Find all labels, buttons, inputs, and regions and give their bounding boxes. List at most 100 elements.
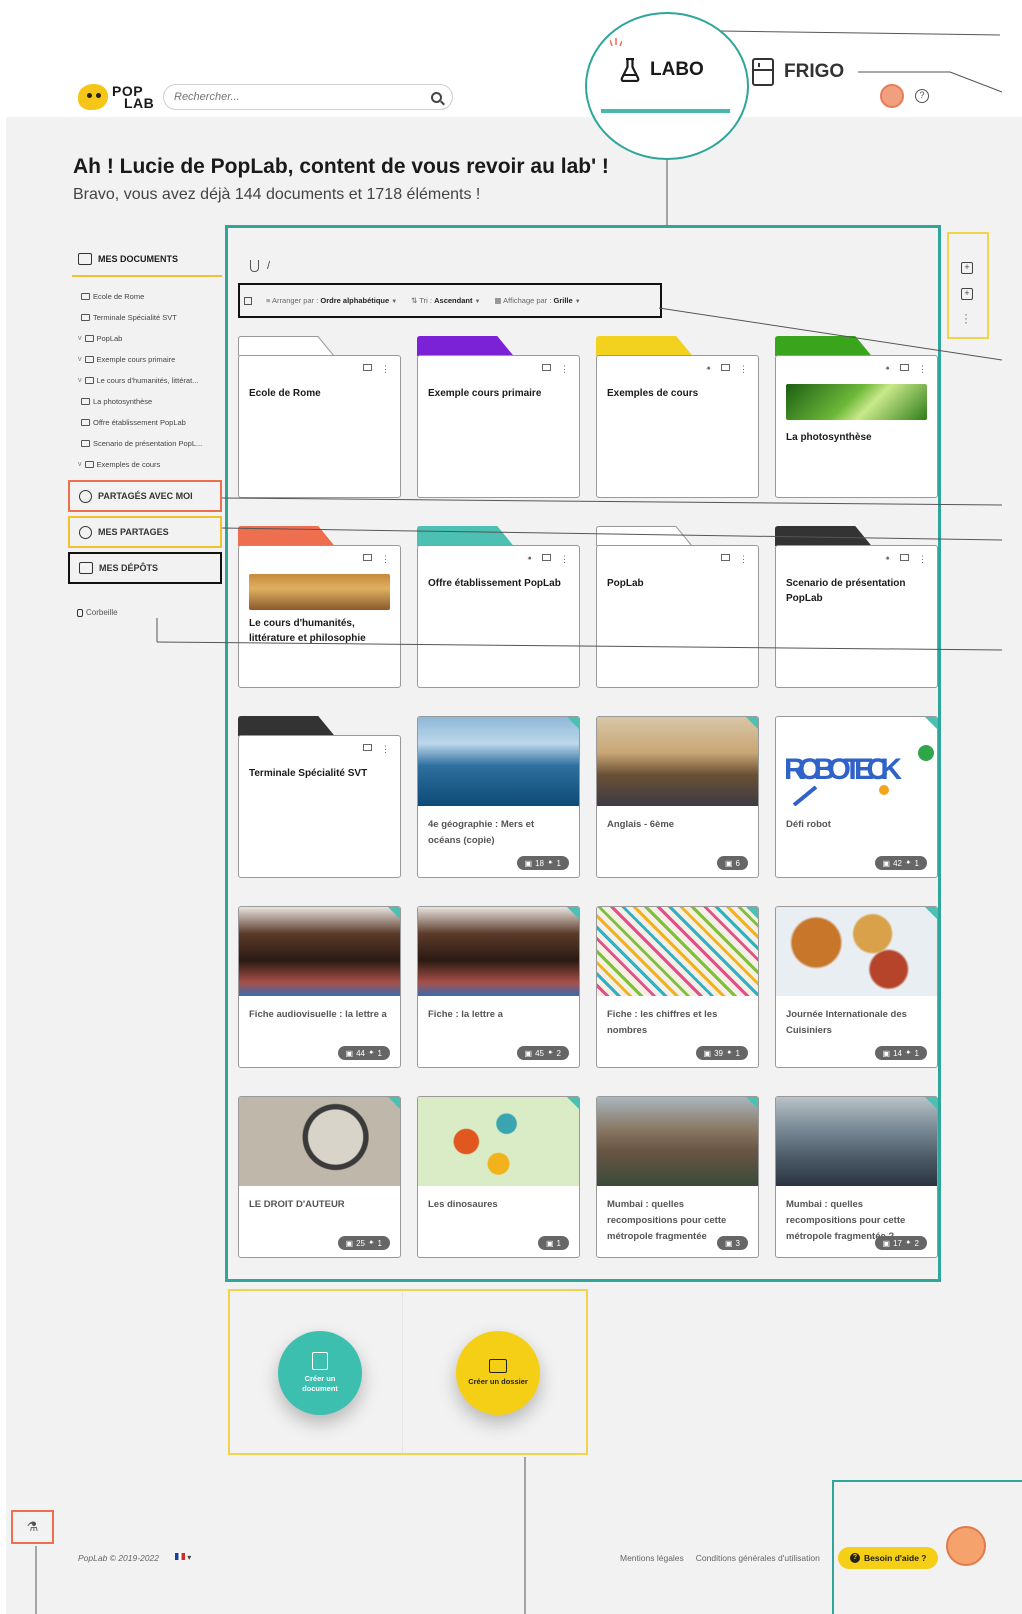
more-icon[interactable]: ⋮ <box>918 364 927 375</box>
language-selector[interactable]: ▾ <box>175 1553 191 1562</box>
more-icon[interactable]: ⋮ <box>918 554 927 565</box>
flask-icon[interactable] <box>250 260 259 272</box>
document-card[interactable]: Les dinosaures ▣ 1 <box>417 1096 580 1258</box>
document-thumbnail <box>776 907 937 996</box>
documents-grid: ⋮ Ecole de Rome ⋮ Exemple cours primaire… <box>238 336 938 1258</box>
tab-labo[interactable]: LABO <box>620 58 704 82</box>
footer-copyright: PopLab © 2019-2022 <box>78 1553 159 1563</box>
shared-with-me-icon <box>79 489 92 503</box>
search-input[interactable] <box>174 91 431 103</box>
more-icon[interactable]: ⋮ <box>739 364 748 375</box>
document-card[interactable]: Fiche : la lettre a ▣ 45 ꔹ 2 <box>417 906 580 1068</box>
sidebar-item-mes-documents[interactable]: MES DOCUMENTS <box>78 253 178 265</box>
folder-card[interactable]: ⋮ Ecole de Rome <box>238 336 401 498</box>
sidebar-item-mes-partages[interactable]: MES PARTAGES <box>68 516 222 548</box>
document-title: 4e géographie : Mers et océans (copie) <box>428 819 535 846</box>
more-icon[interactable]: ⋮ <box>560 364 569 375</box>
sidebar-item-corbeille[interactable]: Corbeille <box>77 608 118 617</box>
document-card[interactable]: ROBOTECK Défi robot ▣ 42 ꔹ 1 <box>775 716 938 878</box>
select-all-checkbox[interactable] <box>244 296 252 305</box>
poplab-logo[interactable]: POP LAB <box>78 84 154 110</box>
document-card[interactable]: Fiche : les chiffres et les nombres ▣ 39 ꔹ… <box>596 906 759 1068</box>
document-card[interactable]: Fiche audiovisuelle : la lettre a ▣ 44 ꔹ 1 <box>238 906 401 1068</box>
document-card[interactable]: Mumbai : quelles recompositions pour cet… <box>596 1096 759 1258</box>
document-card[interactable]: Anglais - 6ème ▣ 6 <box>596 716 759 878</box>
search-bar[interactable] <box>163 84 453 110</box>
folder-card-body: ꔹ ⋮ Offre établissement PopLab <box>417 545 580 688</box>
folder-icon <box>84 335 94 342</box>
sidebar-item-partages-avec-moi[interactable]: PARTAGÉS AVEC MOI <box>68 480 222 512</box>
document-thumbnail <box>776 1097 937 1186</box>
more-icon[interactable]: ⋮ <box>381 554 390 565</box>
tree-item-label: Exemple cours primaire <box>96 355 176 364</box>
tree-item[interactable]: La photosynthèse <box>78 391 202 412</box>
folder-card[interactable]: ⋮ Le cours d'humanités, littérature et p… <box>238 526 401 688</box>
pages-count: 6 <box>735 858 740 868</box>
more-icon[interactable]: ⋮ <box>560 554 569 565</box>
assistant-avatar[interactable] <box>946 1526 986 1566</box>
chevron-down-icon[interactable]: v <box>78 377 82 384</box>
tree-item[interactable]: Offre établissement PopLab <box>78 412 202 433</box>
sidebar-item-label: Corbeille <box>86 608 118 617</box>
user-avatar[interactable] <box>880 84 904 108</box>
folder-card[interactable]: ꔹ ⋮ La photosynthèse <box>775 336 938 498</box>
display-dropdown[interactable]: ▦ Affichage par : Grille ▼ <box>494 296 580 305</box>
more-icon[interactable]: ⋮ <box>381 744 390 755</box>
users-count: 1 <box>377 1048 382 1058</box>
folder-card[interactable]: ⋮ Exemple cours primaire <box>417 336 580 498</box>
folder-title: Terminale Spécialité SVT <box>249 768 368 779</box>
folder-card[interactable]: ⋮ PopLab <box>596 526 759 688</box>
tree-item[interactable]: v Exemple cours primaire <box>78 349 202 370</box>
new-document-icon[interactable]: + <box>961 262 973 274</box>
document-thumbnail <box>418 907 579 996</box>
people-icon: ꔹ <box>904 858 912 867</box>
help-button-label: Besoin d'aide ? <box>864 1553 927 1563</box>
chevron-down-icon[interactable]: v <box>78 461 82 468</box>
tree-item[interactable]: Scenario de présentation PopL... <box>78 433 202 454</box>
document-corner-mark <box>388 1097 400 1109</box>
document-corner-mark <box>746 717 758 729</box>
create-document-button[interactable]: Créer un document <box>278 1331 362 1415</box>
new-folder-icon[interactable]: + <box>961 288 973 300</box>
more-icon[interactable]: · · · <box>964 308 968 328</box>
tree-item[interactable]: Ecole de Rome <box>78 286 202 307</box>
folder-icon <box>81 314 90 321</box>
screen-icon <box>900 364 909 371</box>
folder-card[interactable]: ꔹ ⋮ Offre établissement PopLab <box>417 526 580 688</box>
document-card[interactable]: Journée Internationale des Cuisiniers ▣ 1… <box>775 906 938 1068</box>
tab-frigo[interactable]: FRIGO <box>752 58 844 86</box>
tree-item[interactable]: v PopLab <box>78 328 202 349</box>
create-folder-label: Créer un dossier <box>468 1377 528 1386</box>
sidebar-item-label: MES DOCUMENTS <box>98 254 179 264</box>
chevron-down-icon[interactable]: v <box>78 356 82 363</box>
help-button[interactable]: ? Besoin d'aide ? <box>838 1547 939 1569</box>
cgu-link[interactable]: Conditions générales d'utilisation <box>696 1553 820 1563</box>
chevron-down-icon[interactable]: v <box>78 335 82 342</box>
tree-item[interactable]: Terminale Spécialité SVT <box>78 307 202 328</box>
pages-icon: ▣ <box>724 1238 733 1248</box>
folder-card[interactable]: ꔹ ⋮ Scenario de présentation PopLab <box>775 526 938 688</box>
folder-card[interactable]: ⋮ Terminale Spécialité SVT <box>238 716 401 878</box>
flask-icon[interactable]: ⚗ <box>11 1510 54 1544</box>
sort-dropdown[interactable]: ⇅ Tri : Ascendant ▼ <box>411 296 480 305</box>
more-icon[interactable]: ⋮ <box>381 364 390 375</box>
arrange-dropdown[interactable]: ≡ Arranger par : Ordre alphabétique ▼ <box>266 296 397 305</box>
mentions-link[interactable]: Mentions légales <box>620 1553 684 1563</box>
tree-item[interactable]: v Exemples de cours <box>78 454 202 475</box>
search-icon[interactable] <box>431 91 442 103</box>
trash-icon <box>77 608 83 617</box>
document-card[interactable]: 4e géographie : Mers et océans (copie) ▣… <box>417 716 580 878</box>
document-card[interactable]: LE DROIT D'AUTEUR ▣ 25 ꔹ 1 <box>238 1096 401 1258</box>
folder-card[interactable]: ꔹ ⋮ Exemples de cours <box>596 336 759 498</box>
help-icon[interactable]: ? <box>915 89 929 103</box>
folder-tab <box>775 336 872 356</box>
sidebar-item-mes-depots[interactable]: MES DÉPÔTS <box>68 552 222 584</box>
people-icon: ꔹ <box>904 1048 912 1057</box>
document-thumbnail <box>597 907 758 996</box>
more-icon[interactable]: ⋮ <box>739 554 748 565</box>
document-stats-badge: ▣ 45 ꔹ 2 <box>516 1046 569 1060</box>
document-card[interactable]: Mumbai : quelles recompositions pour cet… <box>775 1096 938 1258</box>
tree-item[interactable]: v Le cours d'humanités, littérat... <box>78 370 202 391</box>
create-folder-button[interactable]: Créer un dossier <box>456 1331 540 1415</box>
page-title: Ah ! Lucie de PopLab, content de vous re… <box>73 155 609 178</box>
